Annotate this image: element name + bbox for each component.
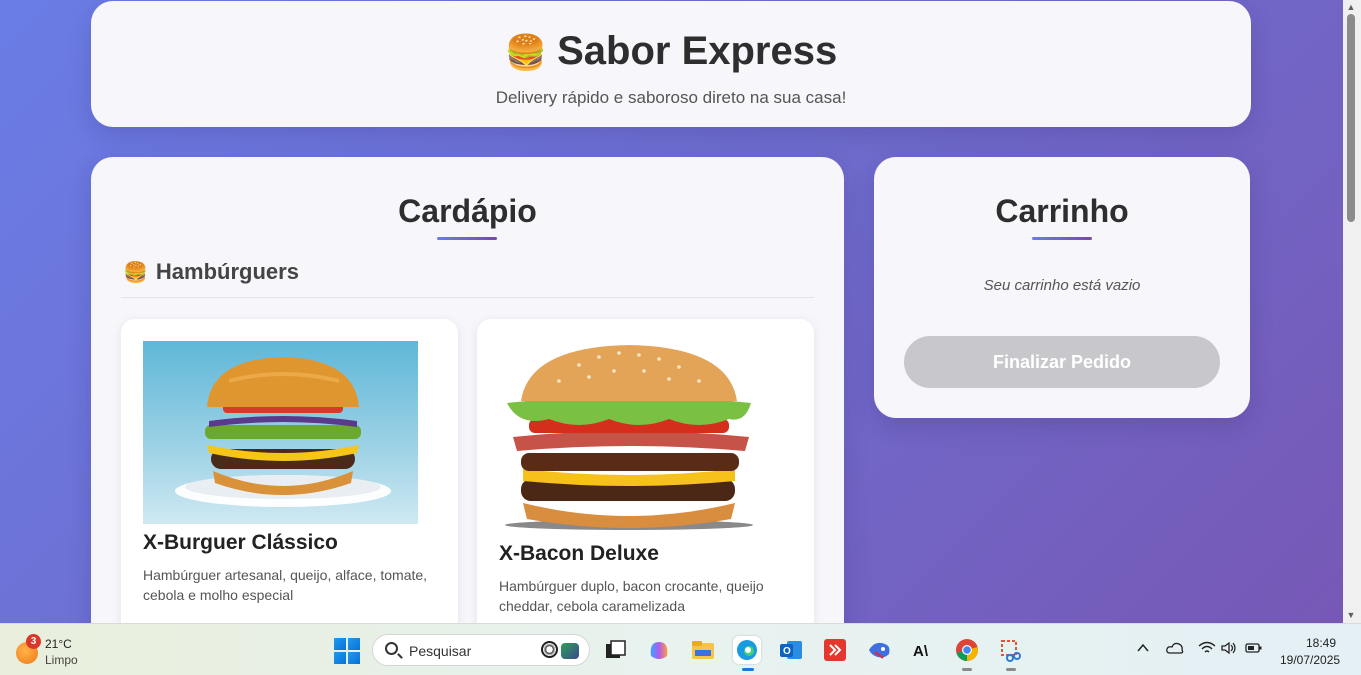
product-image — [143, 341, 418, 524]
menu-section: Cardápio 🍔 Hambúrguers X-Burguer Clássic… — [91, 157, 844, 623]
product-description: Hambúrguer artesanal, queijo, alface, to… — [143, 567, 428, 603]
bird-app-icon[interactable] — [865, 636, 893, 664]
anthropic-icon[interactable]: A\ — [909, 636, 937, 664]
checkout-button[interactable]: Finalizar Pedido — [904, 336, 1220, 388]
edge-icon[interactable] — [733, 636, 761, 664]
snipping-tool-icon[interactable] — [997, 636, 1025, 664]
site-title: 🍔 Sabor Express — [91, 29, 1251, 74]
snipping-active-indicator — [1006, 668, 1016, 671]
search-icon — [385, 642, 398, 655]
outlook-icon[interactable]: O — [777, 636, 805, 664]
onedrive-icon[interactable] — [1166, 641, 1184, 659]
file-explorer-icon[interactable] — [689, 636, 717, 664]
burger-icon: 🍔 — [504, 34, 548, 72]
task-view-icon[interactable] — [601, 636, 629, 664]
clock-time[interactable]: 18:49 — [1306, 636, 1336, 650]
category-heading: 🍔 Hambúrguers — [123, 259, 299, 285]
scroll-thumb[interactable] — [1347, 14, 1355, 222]
scroll-up-arrow-icon[interactable]: ▲ — [1346, 2, 1356, 12]
chrome-active-indicator — [962, 668, 972, 671]
taskbar-search[interactable]: Pesquisar — [372, 634, 590, 666]
windows-start-icon[interactable] — [334, 638, 360, 664]
volume-icon[interactable] — [1220, 641, 1238, 659]
wifi-icon[interactable] — [1198, 641, 1216, 659]
site-subtitle: Delivery rápido e saboroso direto na sua… — [495, 88, 847, 107]
weather-widget[interactable]: 3 21°C Limpo — [14, 634, 104, 668]
site-header: 🍔 Sabor Express Delivery rápido e saboros… — [91, 1, 1251, 127]
browser-viewport: 🍔 Sabor Express Delivery rápido e saboros… — [0, 0, 1343, 623]
menu-title-underline — [437, 237, 497, 240]
category-name: Hambúrguers — [155, 259, 299, 284]
weather-condition: Limpo — [45, 653, 78, 667]
cart-title: Carrinho — [995, 193, 1129, 229]
category-divider — [121, 297, 814, 298]
svg-text:O: O — [783, 646, 791, 657]
product-image — [499, 341, 774, 531]
taskbar: 3 21°C Limpo Pesquisar O A\ 18:49 19/07/… — [0, 623, 1361, 675]
product-card[interactable]: X-Burguer Clássico Hambúrguer artesanal,… — [121, 319, 458, 623]
product-name: X-Burguer Clássico — [143, 531, 338, 554]
battery-icon[interactable] — [1245, 641, 1263, 659]
scroll-down-arrow-icon[interactable]: ▼ — [1346, 610, 1356, 620]
page-scrollbar[interactable]: ▲ ▼ — [1343, 0, 1361, 623]
site-title-text: Sabor Express — [557, 29, 838, 73]
product-card[interactable]: X-Bacon Deluxe Hambúrguer duplo, bacon c… — [477, 319, 814, 623]
clock-date[interactable]: 19/07/2025 — [1280, 653, 1340, 667]
copilot-icon[interactable] — [645, 636, 673, 664]
weather-temperature: 21°C — [45, 637, 72, 651]
cart-section: Carrinho Seu carrinho está vazio Finaliz… — [874, 157, 1250, 418]
burger-icon: 🍔 — [123, 262, 148, 284]
cart-title-underline — [1032, 237, 1092, 240]
cart-empty-message: Seu carrinho está vazio — [983, 277, 1141, 294]
search-highlight-icon — [539, 639, 583, 663]
product-name: X-Bacon Deluxe — [499, 542, 659, 565]
anydesk-icon[interactable] — [821, 636, 849, 664]
svg-text:A\: A\ — [913, 643, 929, 660]
weather-badge: 3 — [26, 634, 41, 649]
menu-title: Cardápio — [398, 193, 537, 229]
search-placeholder: Pesquisar — [409, 643, 472, 659]
chrome-icon[interactable] — [953, 636, 981, 664]
edge-active-indicator — [742, 668, 754, 671]
product-description: Hambúrguer duplo, bacon crocante, queijo… — [499, 578, 764, 614]
chevron-up-icon[interactable] — [1134, 641, 1152, 659]
